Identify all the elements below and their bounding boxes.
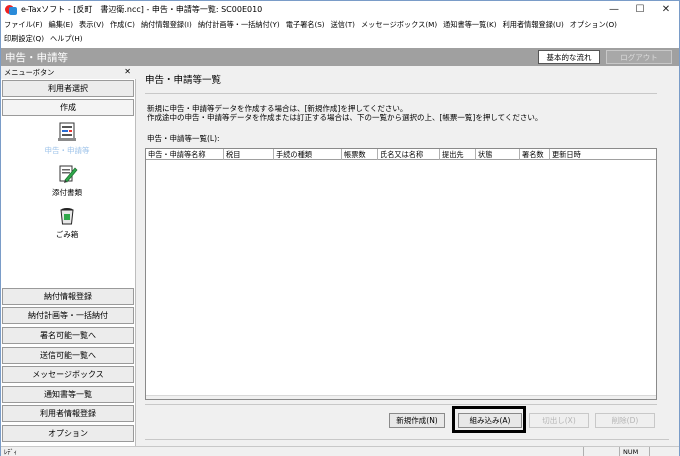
- menu-item[interactable]: 通知書等一覧(K): [443, 20, 496, 30]
- import-button-highlight: [452, 406, 526, 433]
- menu-item[interactable]: ヘルプ(H): [50, 34, 83, 44]
- close-button[interactable]: ✕: [653, 1, 679, 18]
- window-title: e-Taxソフト - [反町 書辺衛.ncc] - 申告・申請等一覧: SC00…: [21, 5, 263, 14]
- bottom-divider: [145, 439, 669, 440]
- tool-trash[interactable]: ごみ箱: [37, 205, 97, 240]
- menu-item[interactable]: 作成(C): [110, 20, 135, 30]
- logout-button[interactable]: ログアウト: [606, 50, 672, 64]
- delete-button[interactable]: 削除(D): [595, 413, 655, 428]
- menu-item[interactable]: 利用者情報登録(U): [503, 20, 564, 30]
- tool-declaration[interactable]: 申告・申請等: [37, 121, 97, 156]
- menu-item[interactable]: 納付計画等・一括納付(Y): [198, 20, 280, 30]
- menu-item[interactable]: 電子署名(S): [286, 20, 325, 30]
- close-icon[interactable]: ✕: [124, 67, 131, 76]
- status-text: ﾚﾃﾞｨ: [4, 448, 17, 456]
- status-cell: [583, 447, 619, 456]
- etax-app-icon: [5, 4, 17, 16]
- column-header[interactable]: 更新日時: [550, 149, 656, 160]
- nav-sendable-list[interactable]: 送信可能一覧へ: [2, 347, 134, 364]
- menu-item[interactable]: 編集(E): [49, 20, 74, 30]
- trash-bin-icon: [60, 208, 74, 225]
- screen-header: 申告・申請等 基本的な流れ ログアウト: [1, 48, 679, 66]
- attachment-pen-icon: [59, 165, 78, 183]
- maximize-button[interactable]: ☐: [627, 1, 653, 18]
- column-header[interactable]: 税目: [224, 149, 274, 160]
- horizontal-scrollbar[interactable]: [146, 395, 656, 399]
- declaration-list-table[interactable]: 申告・申請等名称 税目 手続の種類 帳票数 氏名又は名称 提出先 状態 署名数 …: [145, 148, 657, 400]
- page-title: 申告・申請等一覧: [145, 75, 222, 86]
- list-divider: [145, 404, 657, 405]
- menu-panel-header: メニューボタン ✕: [1, 67, 136, 79]
- tool-attachment[interactable]: 添付書類: [37, 163, 97, 198]
- nav-options[interactable]: オプション: [2, 425, 134, 442]
- menu-item[interactable]: オプション(O): [570, 20, 617, 30]
- create-button[interactable]: 作成: [2, 99, 134, 116]
- nav-payment-info[interactable]: 納付情報登録: [2, 288, 134, 305]
- tool-trash-label: ごみ箱: [55, 230, 79, 239]
- nav-notices[interactable]: 通知書等一覧: [2, 386, 134, 403]
- menu-bar: ファイル(F) 編集(E) 表示(V) 作成(C) 納付情報登録(I) 納付計画等・一括納…: [1, 18, 679, 48]
- column-header[interactable]: 状態: [476, 149, 520, 160]
- column-header[interactable]: 署名数: [520, 149, 550, 160]
- main-area: 申告・申請等一覧 新規に申告・申請等データを作成する場合は、[新規作成]を押して…: [137, 67, 669, 446]
- menu-button-panel: メニューボタン ✕ 利用者選択 作成 申告・申請等 添付書類 ごみ箱 納付情報登…: [1, 67, 136, 446]
- nav-payment-plan[interactable]: 納付計画等・一括納付: [2, 307, 134, 324]
- status-bar: ﾚﾃﾞｨ NUM: [1, 446, 679, 456]
- nav-message-box[interactable]: メッセージボックス: [2, 366, 134, 383]
- menu-item[interactable]: 印刷設定(Q): [4, 34, 44, 44]
- column-header[interactable]: 手続の種類: [274, 149, 342, 160]
- column-header[interactable]: 申告・申請等名称: [146, 149, 224, 160]
- menu-panel-title: メニューボタン: [4, 68, 55, 77]
- title-bar: e-Taxソフト - [反町 書辺衛.ncc] - 申告・申請等一覧: SC00…: [1, 1, 679, 18]
- instructions: 新規に申告・申請等データを作成する場合は、[新規作成]を押してください。 作成途…: [147, 104, 543, 122]
- menu-item[interactable]: ファイル(F): [4, 20, 43, 30]
- new-create-button[interactable]: 新規作成(N): [389, 413, 445, 428]
- column-header[interactable]: 氏名又は名称: [378, 149, 440, 160]
- document-form-icon: [58, 122, 76, 141]
- num-lock-indicator: NUM: [619, 447, 649, 456]
- title-divider: [145, 93, 657, 94]
- export-button[interactable]: 切出し(X): [529, 413, 589, 428]
- user-select-button[interactable]: 利用者選択: [2, 80, 134, 97]
- minimize-button[interactable]: —: [601, 1, 627, 18]
- column-header[interactable]: 提出先: [440, 149, 476, 160]
- nav-signable-list[interactable]: 署名可能一覧へ: [2, 327, 134, 344]
- basic-flow-button[interactable]: 基本的な流れ: [538, 50, 600, 64]
- instruction-line: 作成途中の申告・申請等データを作成または訂正する場合は、下の一覧から選択の上、[…: [147, 112, 543, 122]
- tool-attachment-label: 添付書類: [52, 188, 82, 197]
- menu-item[interactable]: メッセージボックス(M): [361, 20, 437, 30]
- menu-item[interactable]: 表示(V): [79, 20, 104, 30]
- list-label: 申告・申請等一覧(L):: [147, 134, 220, 143]
- tool-declaration-label: 申告・申請等: [44, 146, 90, 155]
- menu-item[interactable]: 送信(T): [331, 20, 355, 30]
- screen-title: 申告・申請等: [5, 52, 68, 64]
- column-header[interactable]: 帳票数: [342, 149, 378, 160]
- table-header: 申告・申請等名称 税目 手続の種類 帳票数 氏名又は名称 提出先 状態 署名数 …: [146, 149, 656, 160]
- nav-user-info[interactable]: 利用者情報登録: [2, 405, 134, 422]
- app-window: e-Taxソフト - [反町 書辺衛.ncc] - 申告・申請等一覧: SC00…: [0, 0, 680, 456]
- menu-item[interactable]: 納付情報登録(I): [141, 20, 192, 30]
- status-cell: [649, 447, 678, 456]
